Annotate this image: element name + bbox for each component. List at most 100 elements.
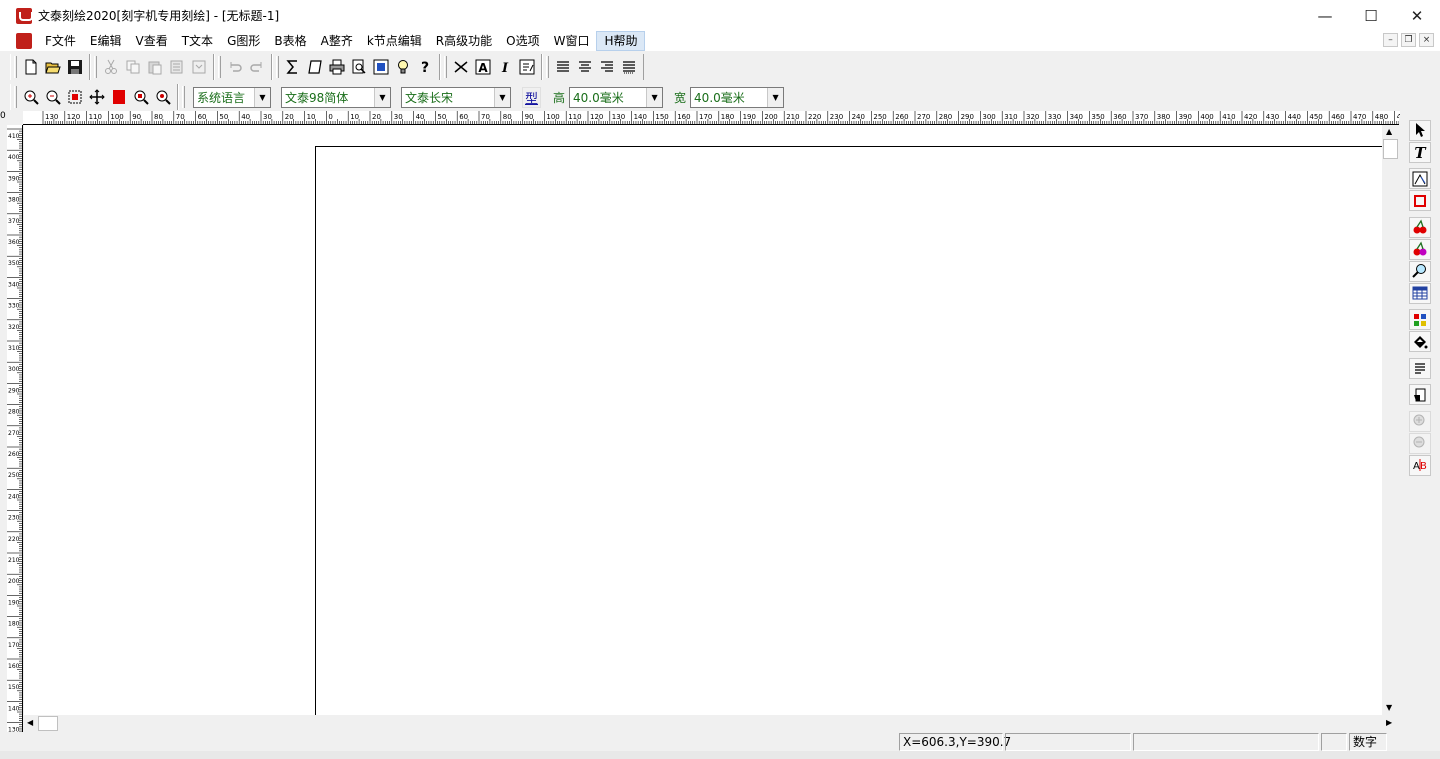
- horizontal-ruler[interactable]: 130 120 110 100 90 80 70 60 50 40 30 20 10 0 10 20 30 40 5…: [23, 111, 1400, 125]
- minimize-button[interactable]: —: [1302, 0, 1348, 31]
- document-menu-icon[interactable]: [16, 33, 32, 49]
- menu-advanced[interactable]: R高级功能: [429, 31, 499, 51]
- scroll-left-icon[interactable]: ◀: [27, 718, 33, 727]
- scroll-right-icon[interactable]: ▶: [1386, 718, 1392, 727]
- toolbar-grip[interactable]: [14, 86, 17, 108]
- node-edit-tool[interactable]: [1408, 168, 1431, 189]
- tip-button[interactable]: [392, 56, 414, 78]
- fit-page-button[interactable]: [370, 56, 392, 78]
- effect-tool-1[interactable]: [1408, 410, 1431, 432]
- ruler-label: 250: [873, 113, 886, 121]
- align-right-button[interactable]: [596, 56, 618, 78]
- chevron-down-icon[interactable]: ▼: [494, 87, 510, 107]
- menu-options[interactable]: O选项: [499, 31, 546, 51]
- text-fit-button[interactable]: [450, 56, 472, 78]
- image-tool[interactable]: [1408, 238, 1431, 260]
- font-en-select[interactable]: 文泰98简体 ▼: [281, 86, 391, 108]
- scroll-up-icon[interactable]: ▲: [1386, 127, 1392, 136]
- type-button[interactable]: 型: [522, 86, 542, 108]
- zoom-fit-button[interactable]: [130, 86, 152, 108]
- toolbar-grip[interactable]: [14, 55, 17, 78]
- horizontal-scrollbar[interactable]: ◀ ▶: [24, 715, 1392, 732]
- align-center-button[interactable]: [574, 56, 596, 78]
- new-file-button[interactable]: [20, 56, 42, 78]
- copy-button[interactable]: [122, 56, 144, 78]
- document-tool[interactable]: [1408, 384, 1431, 405]
- align-justify-button[interactable]: [618, 56, 640, 78]
- toolbar-grip[interactable]: [444, 55, 447, 78]
- undo-button[interactable]: [224, 56, 246, 78]
- menu-view[interactable]: V查看: [129, 31, 175, 51]
- pan-button[interactable]: [86, 86, 108, 108]
- page-setup-button[interactable]: [304, 56, 326, 78]
- effect-tool-2[interactable]: [1408, 432, 1431, 454]
- fill-tool[interactable]: [1408, 331, 1431, 352]
- paste-button[interactable]: [144, 56, 166, 78]
- menu-graphics[interactable]: G图形: [220, 31, 267, 51]
- toolbar-grip[interactable]: [276, 55, 279, 78]
- language-select[interactable]: 系统语言 ▼: [193, 86, 271, 108]
- toolbar-grip[interactable]: [218, 55, 221, 78]
- zoom-selection-button[interactable]: [64, 86, 86, 108]
- chevron-down-icon[interactable]: ▼: [767, 87, 784, 107]
- menu-help[interactable]: H帮助: [596, 31, 646, 51]
- zoom-out-button[interactable]: [42, 86, 64, 108]
- print-button[interactable]: [326, 56, 348, 78]
- select-tool[interactable]: [1408, 119, 1431, 141]
- menu-edit[interactable]: E编辑: [83, 31, 129, 51]
- italic-button[interactable]: I: [494, 56, 516, 78]
- zoom-page-button[interactable]: [152, 86, 174, 108]
- mdi-restore-button[interactable]: ❐: [1401, 33, 1416, 47]
- vertical-ruler[interactable]: 410 400 390 380 370 360 350 340 330 320 310 300 290 2…: [7, 125, 23, 732]
- vertical-scrollbar[interactable]: ▲ ▼: [1382, 125, 1399, 715]
- toolbar-grip[interactable]: [182, 86, 185, 108]
- menu-table[interactable]: B表格: [267, 31, 313, 51]
- ruler-label: 30: [263, 113, 272, 121]
- mdi-minimize-button[interactable]: –: [1383, 33, 1398, 47]
- text-box-button[interactable]: A: [472, 56, 494, 78]
- drawing-canvas[interactable]: [24, 125, 1395, 726]
- help-button[interactable]: ?: [414, 56, 436, 78]
- redo-button[interactable]: [246, 56, 268, 78]
- text-tool[interactable]: T: [1408, 141, 1431, 163]
- paste-special-button[interactable]: [166, 56, 188, 78]
- maximize-button[interactable]: ☐: [1348, 0, 1394, 31]
- cut-output-button[interactable]: [282, 56, 304, 78]
- font-cn-select[interactable]: 文泰长宋 ▼: [401, 86, 511, 108]
- paragraph-tool[interactable]: [1408, 357, 1431, 379]
- chevron-down-icon[interactable]: ▼: [374, 87, 390, 107]
- menu-file[interactable]: F文件: [38, 31, 83, 51]
- chevron-down-icon[interactable]: ▼: [646, 87, 663, 107]
- table-tool[interactable]: [1408, 282, 1431, 304]
- open-file-button[interactable]: [42, 56, 64, 78]
- rectangle-tool[interactable]: [1408, 190, 1431, 211]
- menu-window[interactable]: W窗口: [547, 31, 597, 51]
- width-input[interactable]: 40.0毫米 ▼: [690, 86, 785, 108]
- close-button[interactable]: ✕: [1394, 0, 1440, 31]
- scroll-down-icon[interactable]: ▼: [1386, 703, 1392, 712]
- chevron-down-icon[interactable]: ▼: [254, 87, 270, 107]
- mdi-close-button[interactable]: ×: [1419, 33, 1434, 47]
- zoom-group: [10, 84, 178, 110]
- fill-color-button[interactable]: [108, 86, 130, 108]
- vertical-scroll-thumb[interactable]: [1383, 139, 1398, 159]
- toolbar-grip[interactable]: [94, 55, 97, 78]
- print-preview-button[interactable]: [348, 56, 370, 78]
- text-edit-button[interactable]: [516, 56, 538, 78]
- height-input[interactable]: 40.0毫米 ▼: [569, 86, 664, 108]
- format-painter-button[interactable]: [188, 56, 210, 78]
- shape-tool[interactable]: [1408, 216, 1431, 238]
- menu-align[interactable]: A整齐: [314, 31, 360, 51]
- toolbar-grip[interactable]: [546, 55, 549, 78]
- zoom-in-button[interactable]: [20, 86, 42, 108]
- save-button[interactable]: [64, 56, 86, 78]
- cut-button[interactable]: [100, 56, 122, 78]
- horizontal-ruler-marks: 130 120 110 100 90 80 70 60 50 40 30 20 10 0 10 20 30 40 5…: [42, 111, 1400, 124]
- align-left-button[interactable]: [552, 56, 574, 78]
- text-replace-tool[interactable]: AB: [1408, 454, 1431, 476]
- color-tool[interactable]: [1408, 309, 1431, 330]
- zoom-tool[interactable]: [1408, 260, 1431, 282]
- menu-node-edit[interactable]: k节点编辑: [360, 31, 429, 51]
- menu-text[interactable]: T文本: [175, 31, 220, 51]
- horizontal-scroll-thumb[interactable]: [38, 716, 58, 731]
